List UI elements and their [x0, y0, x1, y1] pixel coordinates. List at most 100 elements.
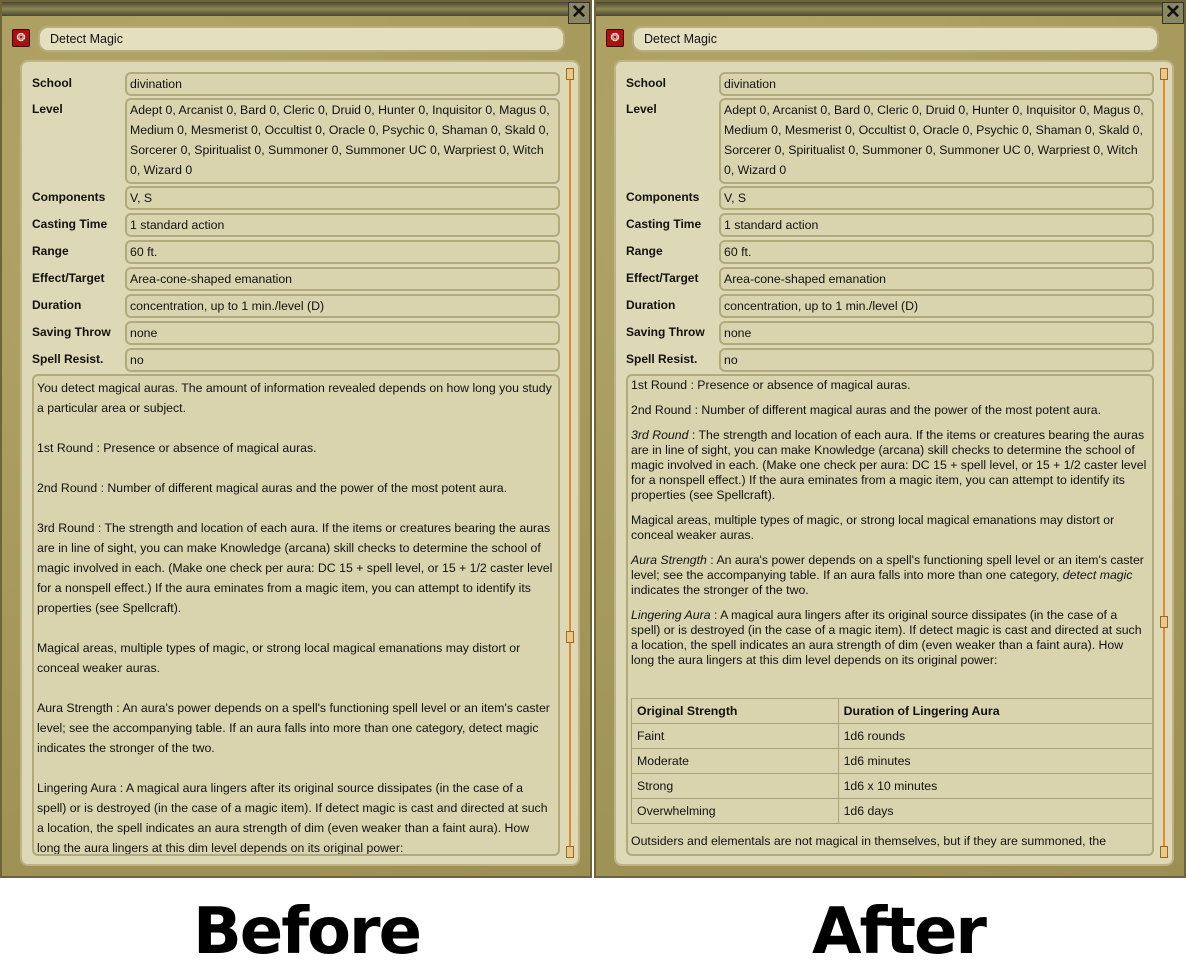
spell-icon: ❂ [606, 29, 624, 47]
description-paragraph: Magical areas, multiple types of magic, … [37, 638, 555, 678]
spell-name-field: Detect Magic [632, 26, 1159, 52]
scrollbar[interactable] [1160, 68, 1168, 858]
spell-window-after: ✕ ❂ Detect Magic School divination Level Adept… [594, 0, 1186, 878]
spell-details: School divination Level Adept 0, Arcanist 0… [20, 60, 580, 866]
field-row-range: Range 60 ft. [626, 240, 1154, 264]
field-row-saving-throw: Saving Throw none [32, 321, 560, 345]
field-row-saving-throw: Saving Throw none [626, 321, 1154, 345]
spell-window-before: ✕ ❂ Detect Magic School divination Level Adept… [0, 0, 592, 878]
caption-after: After [812, 895, 987, 969]
field-value: none [719, 321, 1154, 345]
spell-details: School divination Level Adept 0, Arcanist 0… [614, 60, 1174, 866]
field-value: Adept 0, Arcanist 0, Bard 0, Cleric 0, D… [125, 98, 560, 184]
text-segment: indicates the stronger of the two. [631, 583, 809, 597]
field-value: Adept 0, Arcanist 0, Bard 0, Cleric 0, D… [719, 98, 1154, 184]
field-value: no [125, 348, 560, 372]
field-label: Level [626, 102, 657, 116]
description-paragraph: 3rd Round : The strength and location of… [631, 428, 1149, 503]
field-value: Area-cone-shaped emanation [719, 267, 1154, 291]
field-label: Components [32, 190, 106, 204]
field-row-casting-time: Casting Time 1 standard action [626, 213, 1154, 237]
window-title-bar[interactable] [2, 2, 590, 16]
table-row: Faint 1d6 rounds [631, 723, 1152, 749]
scrollbar-track[interactable] [569, 78, 571, 848]
field-label: Casting Time [626, 217, 702, 231]
scrollbar-thumb[interactable] [566, 630, 574, 643]
field-value: divination [125, 72, 560, 96]
field-label: Spell Resist. [626, 352, 698, 366]
field-row-effect-target: Effect/Target Area-cone-shaped emanation [32, 267, 560, 291]
text-segment: 1st Round : Presence or absence of magic… [37, 441, 317, 455]
description-paragraph: 2nd Round : Number of different magical … [631, 403, 1149, 418]
table-header-row: Original Strength Duration of Lingering A… [631, 698, 1152, 724]
field-value: 60 ft. [125, 240, 560, 264]
text-segment: Lingering Aura : A magical aura lingers … [37, 781, 548, 855]
scroll-down-arrow[interactable] [1160, 846, 1168, 858]
close-button[interactable]: ✕ [568, 2, 590, 24]
description-paragraph: 3rd Round : The strength and location of… [37, 518, 555, 618]
table-row: Moderate 1d6 minutes [631, 748, 1152, 774]
scrollbar-track[interactable] [1163, 78, 1165, 848]
scroll-up-arrow[interactable] [566, 68, 574, 80]
table-cell: 1d6 x 10 minutes [837, 773, 1152, 799]
field-label: Components [626, 190, 700, 204]
text-segment: 3rd Round : The strength and location of… [37, 521, 553, 615]
field-row-spell-resist-: Spell Resist. no [32, 348, 560, 372]
lingering-aura-table: Original Strength Duration of Lingering A… [631, 698, 1152, 824]
text-segment: detect magic [1062, 568, 1133, 582]
field-label: School [32, 76, 73, 90]
description-paragraph: Aura Strength : An aura's power depends … [37, 698, 555, 758]
close-button[interactable]: ✕ [1162, 2, 1184, 24]
scroll-down-arrow[interactable] [566, 846, 574, 858]
description-paragraph: 2nd Round : Number of different magical … [37, 478, 555, 498]
table-header-cell: Original Strength [631, 698, 839, 724]
description-paragraph: Magical areas, multiple types of magic, … [631, 513, 1149, 543]
description-paragraph: 1st Round : Presence or absence of magic… [37, 438, 555, 458]
text-segment: 1st Round : Presence or absence of magic… [631, 378, 911, 392]
table-cell: 1d6 minutes [837, 748, 1152, 774]
description-paragraph: Aura Strength : An aura's power depends … [631, 553, 1149, 598]
spell-description[interactable]: You detect magical auras. The amount of … [32, 374, 560, 856]
field-row-spell-resist-: Spell Resist. no [626, 348, 1154, 372]
text-segment: Magical areas, multiple types of magic, … [631, 513, 1115, 542]
description-paragraph: Lingering Aura : A magical aura lingers … [631, 608, 1149, 668]
field-value: 60 ft. [719, 240, 1154, 264]
field-label: Duration [626, 298, 676, 312]
text-segment: Magical areas, multiple types of magic, … [37, 641, 521, 675]
field-row-range: Range 60 ft. [32, 240, 560, 264]
spell-description[interactable]: 1st Round : Presence or absence of magic… [626, 374, 1154, 856]
description-paragraph: You detect magical auras. The amount of … [37, 378, 555, 418]
scrollbar-thumb[interactable] [1160, 615, 1168, 628]
table-cell: Strong [631, 773, 839, 799]
field-label: Effect/Target [32, 271, 105, 285]
scrollbar[interactable] [566, 68, 574, 858]
text-segment: Aura Strength [631, 553, 707, 567]
caption-before: Before [193, 895, 422, 969]
field-row-components: Components V, S [32, 186, 560, 210]
field-row-school: School divination [32, 72, 560, 96]
field-label: Saving Throw [626, 325, 705, 339]
field-label: Range [626, 244, 663, 258]
text-segment: 2nd Round : Number of different magical … [37, 481, 508, 495]
scroll-up-arrow[interactable] [1160, 68, 1168, 80]
description-paragraph: Lingering Aura : A magical aura lingers … [37, 778, 555, 855]
field-row-level: Level Adept 0, Arcanist 0, Bard 0, Cleric… [32, 98, 560, 184]
field-value: concentration, up to 1 min./level (D) [719, 294, 1154, 318]
text-segment: Lingering Aura [631, 608, 711, 622]
field-value: divination [719, 72, 1154, 96]
field-value: Area-cone-shaped emanation [125, 267, 560, 291]
field-label: Saving Throw [32, 325, 111, 339]
field-value: concentration, up to 1 min./level (D) [125, 294, 560, 318]
text-segment: Aura Strength : An aura's power depends … [37, 701, 550, 755]
field-row-effect-target: Effect/Target Area-cone-shaped emanation [626, 267, 1154, 291]
spell-icon: ❂ [12, 29, 30, 47]
table-row: Strong 1d6 x 10 minutes [631, 773, 1152, 799]
description-paragraph: Outsiders and elementals are not magical… [631, 834, 1107, 848]
field-value: 1 standard action [719, 213, 1154, 237]
field-row-level: Level Adept 0, Arcanist 0, Bard 0, Cleric… [626, 98, 1154, 184]
window-title-bar[interactable] [596, 2, 1184, 16]
text-segment: 2nd Round : Number of different magical … [631, 403, 1102, 417]
table-cell: 1d6 days [837, 798, 1152, 824]
field-value: V, S [125, 186, 560, 210]
table-cell: Moderate [631, 748, 839, 774]
